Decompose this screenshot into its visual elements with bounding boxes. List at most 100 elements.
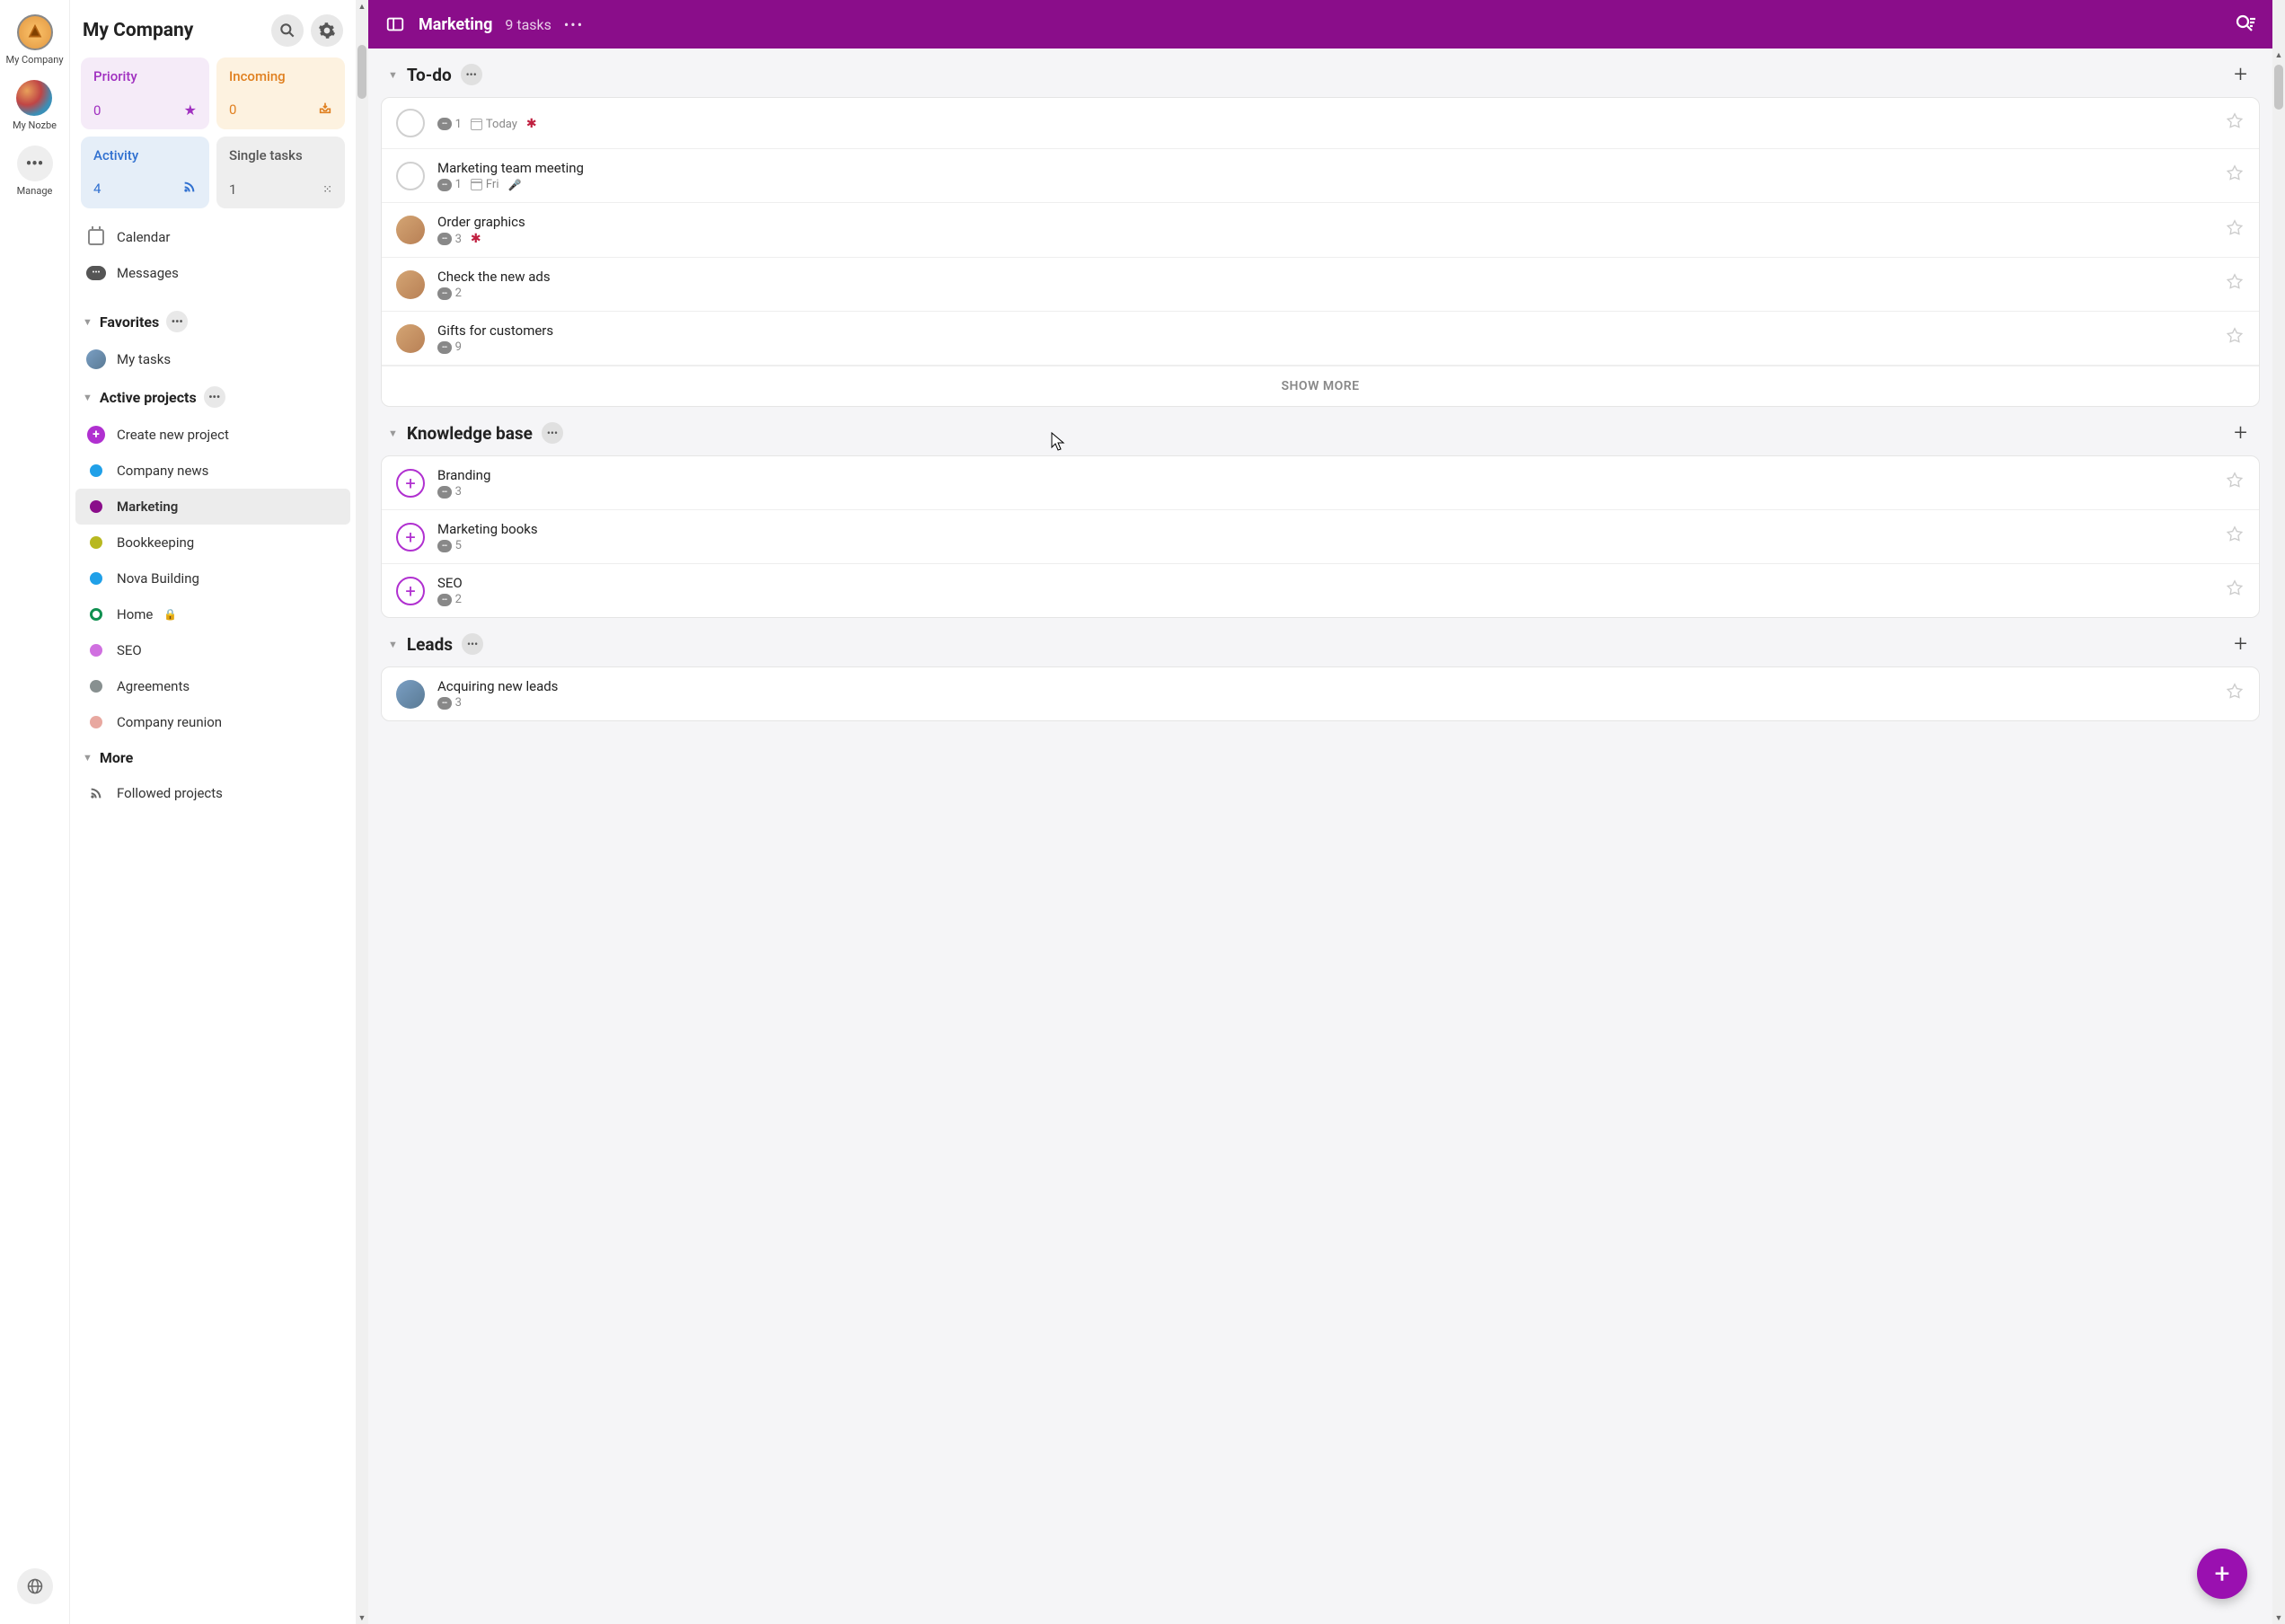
task-row[interactable]: Acquiring new leads 3 xyxy=(382,667,2259,720)
task-star-button[interactable] xyxy=(2225,272,2245,296)
task-list-leads: Acquiring new leads 3 xyxy=(381,666,2260,721)
tile-activity[interactable]: Activity 4 xyxy=(81,137,209,208)
fab-add-task[interactable]: + xyxy=(2197,1549,2247,1599)
rail-company[interactable]: My Company xyxy=(2,11,66,69)
task-meta: 1 Fri🎤 xyxy=(437,178,2212,191)
task-row[interactable]: Check the new ads 2 xyxy=(382,258,2259,312)
section-more[interactable]: ▼ More xyxy=(70,740,356,775)
sidebar-project-item[interactable]: SEO xyxy=(70,632,356,668)
sidebar-project-item[interactable]: Home 🔒 xyxy=(70,596,356,632)
tile-priority[interactable]: Priority 0 ★ xyxy=(81,57,209,129)
sidebar-create-project-label: Create new project xyxy=(117,427,229,443)
task-add-button[interactable]: + xyxy=(396,469,425,498)
task-row[interactable]: Gifts for customers 9 xyxy=(382,312,2259,366)
rss-icon xyxy=(86,783,106,803)
sidebar-project-label: SEO xyxy=(117,642,142,658)
scroll-thumb[interactable] xyxy=(357,45,366,99)
rail-nozbe[interactable]: My Nozbe xyxy=(9,76,60,135)
settings-button[interactable] xyxy=(311,14,343,47)
scroll-down-icon[interactable]: ▼ xyxy=(356,1611,368,1624)
assignee-avatar-icon xyxy=(396,324,425,353)
task-title: Gifts for customers xyxy=(437,322,2212,339)
section-favorites[interactable]: ▼ Favorites ••• xyxy=(70,302,356,341)
task-title: Marketing books xyxy=(437,521,2212,537)
task-row[interactable]: 1 Today✱ xyxy=(382,98,2259,149)
search-button[interactable] xyxy=(271,14,304,47)
sidebar-calendar[interactable]: Calendar xyxy=(70,219,356,255)
show-more-button[interactable]: SHOW MORE xyxy=(382,366,2259,406)
sidebar-my-tasks[interactable]: My tasks xyxy=(70,341,356,377)
sidebar-tiles: Priority 0 ★ Incoming 0 Activity 4 xyxy=(70,57,356,208)
task-star-button[interactable] xyxy=(2225,471,2245,495)
comment-count: 1 xyxy=(455,118,462,131)
filter-button[interactable] xyxy=(2235,13,2256,35)
group-title-todo: To-do xyxy=(407,65,452,85)
task-meta: 2 xyxy=(437,593,2212,606)
tile-activity-count: 4 xyxy=(93,181,101,197)
task-add-button[interactable]: + xyxy=(396,577,425,605)
sidebar-project-label: Company news xyxy=(117,463,208,479)
sidebar-project-item[interactable]: Nova Building xyxy=(70,560,356,596)
sidebar-project-item[interactable]: Marketing xyxy=(75,489,350,525)
group-menu-leads[interactable]: ••• xyxy=(462,633,483,655)
scroll-down-icon[interactable]: ▼ xyxy=(2272,1611,2285,1624)
comment-count: 5 xyxy=(455,539,462,552)
project-menu-button[interactable]: ••• xyxy=(564,16,584,33)
task-star-button[interactable] xyxy=(2225,218,2245,243)
task-meta: 2 xyxy=(437,287,2212,300)
section-favorites-menu[interactable]: ••• xyxy=(166,311,188,332)
group-add-leads[interactable]: + xyxy=(2234,631,2254,658)
task-row[interactable]: Order graphics 3✱ xyxy=(382,203,2259,258)
sidebar-toggle-button[interactable] xyxy=(384,13,406,35)
task-meta: 9 xyxy=(437,340,2212,354)
sidebar-project-item[interactable]: Bookkeeping xyxy=(70,525,356,560)
group-menu-todo[interactable]: ••• xyxy=(461,64,482,85)
task-star-button[interactable] xyxy=(2225,326,2245,350)
scroll-thumb[interactable] xyxy=(2274,65,2283,110)
tile-single[interactable]: Single tasks 1 ⁙ xyxy=(216,137,345,208)
project-color-icon xyxy=(90,464,102,477)
main-header: Marketing 9 tasks ••• xyxy=(368,0,2272,49)
task-row[interactable]: Marketing team meeting 1 Fri🎤 xyxy=(382,149,2259,203)
task-checkbox[interactable] xyxy=(396,109,425,137)
task-checkbox[interactable] xyxy=(396,162,425,190)
chevron-down-icon[interactable]: ▼ xyxy=(388,639,398,650)
section-active-projects[interactable]: ▼ Active projects ••• xyxy=(70,377,356,417)
group-add-knowledge[interactable]: + xyxy=(2234,419,2254,446)
sidebar-followed-projects[interactable]: Followed projects xyxy=(70,775,356,811)
chevron-down-icon[interactable]: ▼ xyxy=(388,69,398,81)
project-color-icon xyxy=(90,500,102,513)
mic-icon: 🎤 xyxy=(508,179,522,191)
task-star-button[interactable] xyxy=(2225,578,2245,603)
task-meta: 1 Today✱ xyxy=(437,117,2212,131)
rail-manage[interactable]: ••• Manage xyxy=(13,142,57,200)
task-row[interactable]: + Marketing books 5 xyxy=(382,510,2259,564)
rail-manage-label: Manage xyxy=(17,185,53,197)
task-add-button[interactable]: + xyxy=(396,523,425,552)
task-star-button[interactable] xyxy=(2225,111,2245,136)
group-menu-knowledge[interactable]: ••• xyxy=(542,422,563,444)
sidebar-project-item[interactable]: Company reunion xyxy=(70,704,356,740)
sidebar-messages[interactable]: ••• Messages xyxy=(70,255,356,291)
main-scrollbar[interactable]: ▲ ▼ xyxy=(2272,0,2285,1624)
chevron-down-icon[interactable]: ▼ xyxy=(388,428,398,439)
task-star-button[interactable] xyxy=(2225,525,2245,549)
rail-world[interactable] xyxy=(13,1565,57,1608)
scroll-up-icon[interactable]: ▲ xyxy=(2272,49,2285,61)
section-more-label: More xyxy=(100,749,133,766)
sidebar-project-label: Company reunion xyxy=(117,714,222,730)
main-body[interactable]: ▼ To-do ••• + 1 Today✱ Marketing team mee… xyxy=(368,49,2272,1624)
task-star-button[interactable] xyxy=(2225,163,2245,188)
section-projects-menu[interactable]: ••• xyxy=(204,386,225,408)
task-row[interactable]: +Branding 3 xyxy=(382,456,2259,510)
sidebar-project-item[interactable]: Agreements xyxy=(70,668,356,704)
scroll-up-icon[interactable]: ▲ xyxy=(356,0,368,13)
sidebar-create-project[interactable]: + Create new project xyxy=(70,417,356,453)
task-star-button[interactable] xyxy=(2225,682,2245,706)
task-row[interactable]: +SEO 2 xyxy=(382,564,2259,617)
sidebar-project-item[interactable]: Company news xyxy=(70,453,356,489)
sidebar-scrollbar[interactable]: ▲ ▼ xyxy=(356,0,368,1624)
sidebar: My Company Priority 0 ★ Incoming xyxy=(70,0,356,1624)
tile-incoming[interactable]: Incoming 0 xyxy=(216,57,345,129)
group-add-todo[interactable]: + xyxy=(2234,61,2254,88)
